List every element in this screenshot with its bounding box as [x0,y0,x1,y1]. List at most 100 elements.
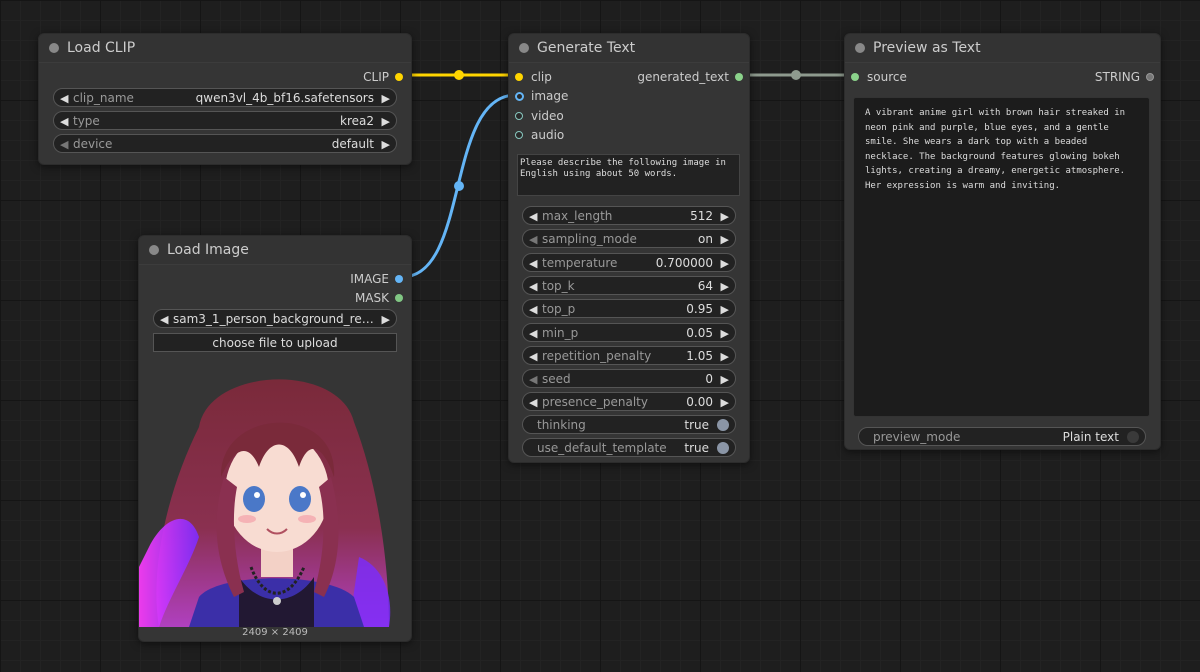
preview-text-title[interactable]: Preview as Text [845,34,1160,63]
right-arrow-icon[interactable]: ▶ [721,324,729,343]
image-link-midpoint[interactable] [454,181,464,191]
left-arrow-icon[interactable]: ◀ [60,89,68,108]
param-label: max_length [542,209,613,223]
anime-portrait-picture [139,367,411,627]
param-min-p-number[interactable]: ◀ min_p 0.05 ▶ [522,322,736,343]
use-default-template-label: use_default_template [537,441,667,455]
video-input-dot-icon[interactable] [515,112,523,120]
right-arrow-icon[interactable]: ▶ [382,89,390,108]
generated-text-output-dot-icon[interactable] [735,73,743,81]
source-input-dot-icon[interactable] [851,73,859,81]
param-seed-number[interactable]: ◀ seed 0 ▶ [522,369,736,389]
right-arrow-icon[interactable]: ▶ [721,254,729,273]
left-arrow-icon[interactable]: ◀ [529,370,537,389]
right-arrow-icon[interactable]: ▶ [721,347,729,366]
prompt-textarea[interactable]: Please describe the following image in E… [517,154,740,196]
clip-output-label: CLIP [363,70,389,84]
type-combo[interactable]: ◀ type krea2 ▶ [53,111,397,130]
right-arrow-icon[interactable]: ▶ [721,207,729,226]
image-link[interactable] [401,93,517,279]
string-output-slot[interactable]: STRING [1095,70,1156,84]
image-file-combo[interactable]: ◀ sam3_1_person_background_rem… ▶ [153,309,397,328]
string-output-dot-icon[interactable] [1146,73,1154,81]
left-arrow-icon[interactable]: ◀ [529,230,537,249]
mask-output-dot-icon[interactable] [395,294,403,302]
param-top-p-number[interactable]: ◀ top_p 0.95 ▶ [522,299,736,319]
image-preview [139,367,411,627]
param-value: 0.700000 [655,255,713,270]
image-input-slot[interactable]: image [513,89,568,103]
right-arrow-icon[interactable]: ▶ [721,370,729,389]
preview-mode-toggle[interactable]: preview_mode Plain text [858,427,1146,446]
left-arrow-icon[interactable]: ◀ [529,300,537,319]
param-top-k-number[interactable]: ◀ top_k 64 ▶ [522,275,736,296]
preview-text-node[interactable]: Preview as Text source STRING A vibrant … [844,33,1161,450]
load-clip-node[interactable]: Load CLIP CLIP ◀ clip_name qwen3vl_4b_bf… [38,33,412,165]
left-arrow-icon[interactable]: ◀ [529,347,537,366]
thinking-toggle[interactable]: thinking true [522,415,736,434]
clip-link-midpoint[interactable] [454,70,464,80]
text-link-midpoint[interactable] [791,70,801,80]
collapse-dot-icon[interactable] [149,245,159,255]
right-arrow-icon[interactable]: ▶ [721,277,729,296]
right-arrow-icon[interactable]: ▶ [721,300,729,319]
param-repetition-penalty-number[interactable]: ◀ repetition_penalty 1.05 ▶ [522,345,736,366]
image-output-dot-icon[interactable] [395,275,403,283]
load-image-node[interactable]: Load Image IMAGE MASK ◀ sam3_1_person_ba… [138,235,412,642]
clip-name-value: qwen3vl_4b_bf16.safetensors [195,91,374,105]
param-value: 0.95 [686,302,713,317]
source-input-slot[interactable]: source [849,70,907,84]
generate-text-title[interactable]: Generate Text [509,34,749,63]
clip-output-slot[interactable]: CLIP [363,70,405,84]
use-default-template-toggle[interactable]: use_default_template true [522,438,736,457]
left-arrow-icon[interactable]: ◀ [529,277,537,296]
toggle-knob-icon[interactable] [1127,431,1139,443]
clip-output-dot-icon[interactable] [395,73,403,81]
audio-input-slot[interactable]: audio [513,128,564,142]
clip-input-dot-icon[interactable] [515,73,523,81]
param-temperature-number[interactable]: ◀ temperature 0.700000 ▶ [522,252,736,273]
param-value: on [698,232,713,247]
clip-input-label: clip [531,70,552,84]
preview-text-output[interactable]: A vibrant anime girl with brown hair str… [853,97,1150,417]
collapse-dot-icon[interactable] [519,43,529,53]
upload-button[interactable]: choose file to upload [153,333,397,352]
video-input-slot[interactable]: video [513,109,564,123]
left-arrow-icon[interactable]: ◀ [529,207,537,226]
image-output-label: IMAGE [350,272,389,286]
left-arrow-icon[interactable]: ◀ [160,310,168,329]
generated-text-output-label: generated_text [637,70,729,84]
image-input-dot-icon[interactable] [515,92,524,101]
device-label: device [73,137,113,151]
collapse-dot-icon[interactable] [855,43,865,53]
right-arrow-icon[interactable]: ▶ [382,135,390,154]
right-arrow-icon[interactable]: ▶ [382,112,390,131]
param-value: 0.00 [686,395,713,410]
toggle-knob-icon[interactable] [717,442,729,454]
generated-text-output-slot[interactable]: generated_text [637,70,745,84]
left-arrow-icon[interactable]: ◀ [60,135,68,154]
param-presence-penalty-number[interactable]: ◀ presence_penalty 0.00 ▶ [522,392,736,412]
load-clip-title[interactable]: Load CLIP [39,34,411,63]
left-arrow-icon[interactable]: ◀ [529,393,537,412]
left-arrow-icon[interactable]: ◀ [529,254,537,273]
device-combo[interactable]: ◀ device default ▶ [53,134,397,153]
left-arrow-icon[interactable]: ◀ [529,324,537,343]
mask-output-slot[interactable]: MASK [355,291,405,305]
right-arrow-icon[interactable]: ▶ [721,393,729,412]
param-sampling-mode-number[interactable]: ◀ sampling_mode on ▶ [522,229,736,249]
right-arrow-icon[interactable]: ▶ [721,230,729,249]
load-image-title[interactable]: Load Image [139,236,411,265]
toggle-knob-icon[interactable] [717,419,729,431]
generate-text-node[interactable]: Generate Text clip image video audio gen… [508,33,750,463]
right-arrow-icon[interactable]: ▶ [382,310,390,329]
collapse-dot-icon[interactable] [49,43,59,53]
image-output-slot[interactable]: IMAGE [350,272,405,286]
thinking-value: true [684,418,709,432]
param-max-length-number[interactable]: ◀ max_length 512 ▶ [522,206,736,225]
left-arrow-icon[interactable]: ◀ [60,112,68,131]
param-label: presence_penalty [542,395,648,410]
audio-input-dot-icon[interactable] [515,131,523,139]
clip-name-combo[interactable]: ◀ clip_name qwen3vl_4b_bf16.safetensors … [53,88,397,107]
clip-input-slot[interactable]: clip [513,70,552,84]
